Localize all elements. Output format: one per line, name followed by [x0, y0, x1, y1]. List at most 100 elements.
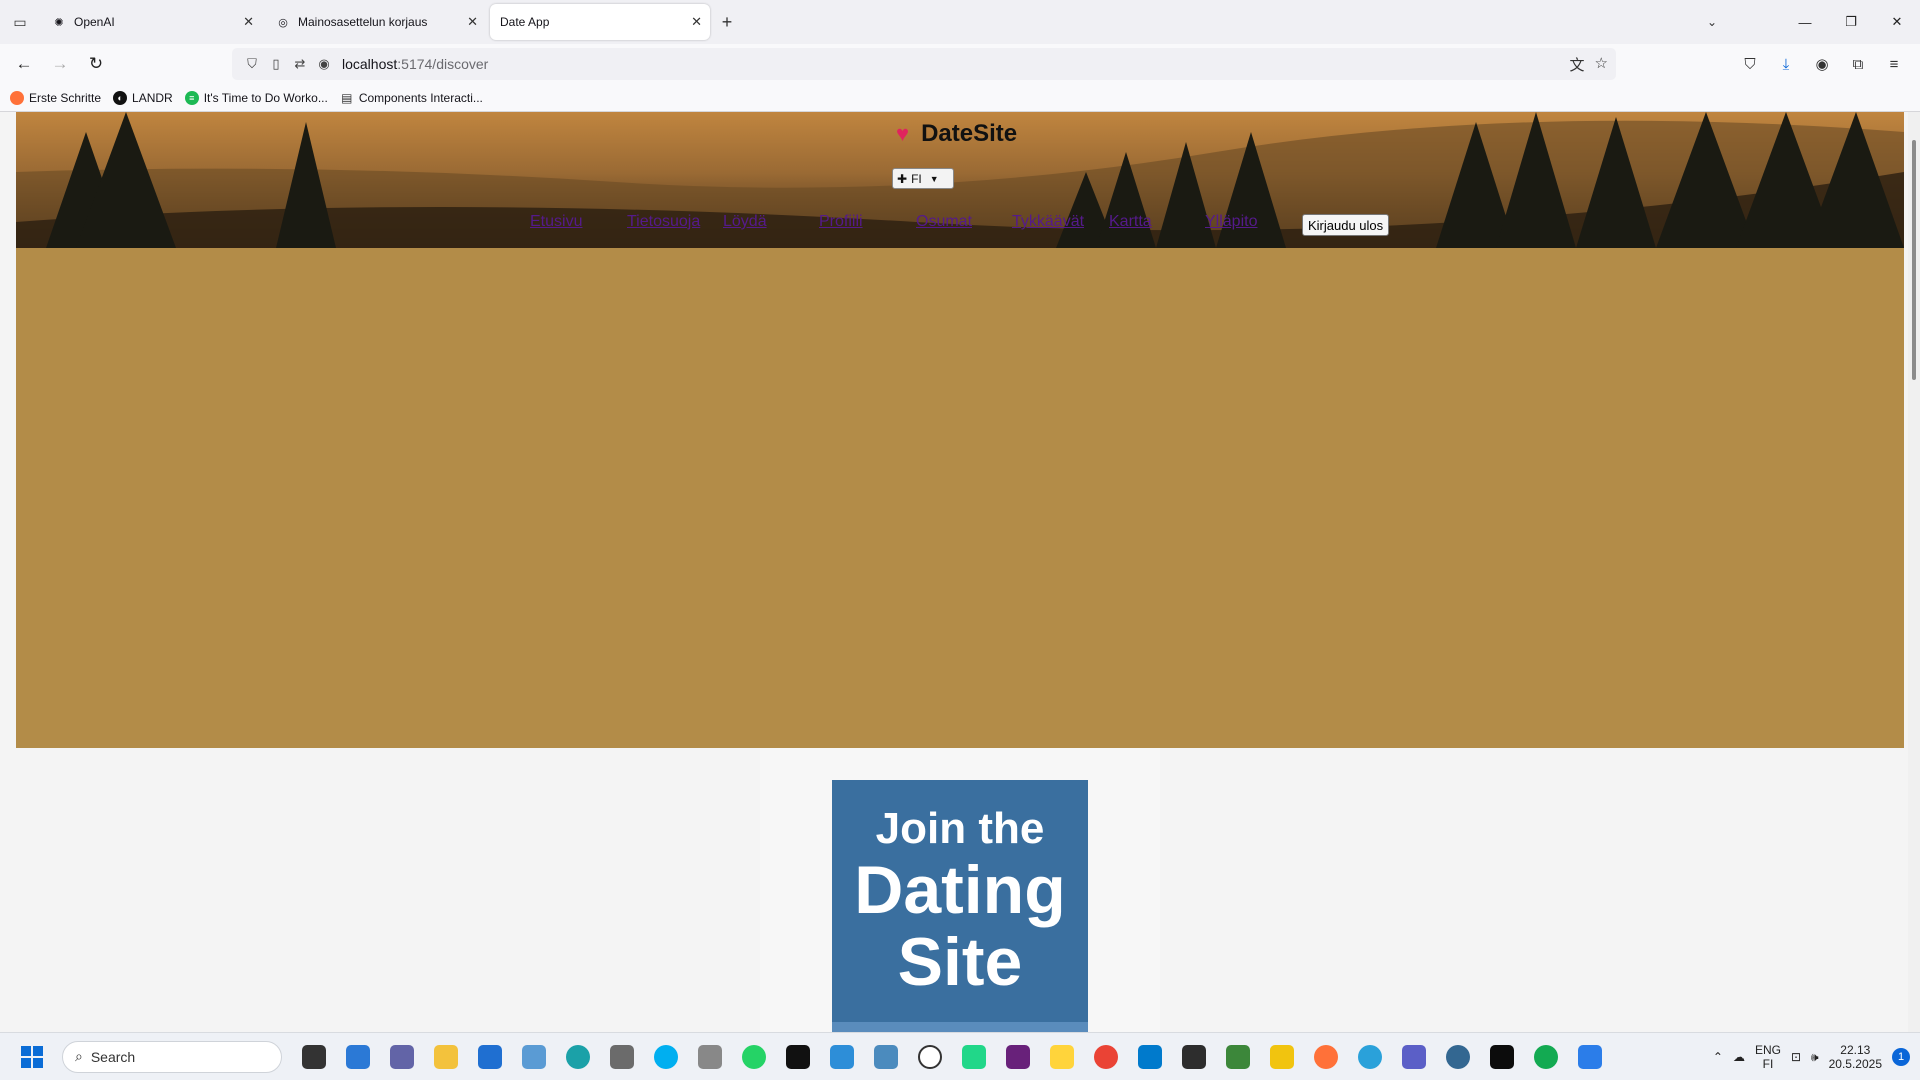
spotify-icon: ≡ [184, 90, 199, 105]
bookmark-erste-schritte[interactable]: Erste Schritte [10, 90, 101, 105]
skype-icon[interactable] [644, 1033, 688, 1080]
nav-tykkaavat[interactable]: Tykkäävät [1012, 213, 1084, 231]
permissions-icon[interactable]: ⇄ [288, 56, 312, 72]
bookmark-landr[interactable]: ◐ LANDR [113, 90, 173, 105]
nav-loyda[interactable]: Löydä [723, 213, 767, 231]
microphone-icon[interactable] [688, 1033, 732, 1080]
firefox-icon [10, 90, 24, 105]
back-arrow-icon[interactable]: ← [6, 48, 42, 80]
new-tab-button[interactable]: + [712, 0, 742, 44]
clock-date: 20.5.2025 [1828, 1057, 1882, 1071]
store-icon[interactable] [468, 1033, 512, 1080]
clock[interactable]: 22.13 20.5.2025 [1829, 1043, 1882, 1071]
telegram-icon[interactable] [1348, 1033, 1392, 1080]
tab-title: Mainosasettelun korjaus [298, 15, 428, 29]
edge-icon[interactable] [556, 1033, 600, 1080]
chrome-icon[interactable] [1084, 1033, 1128, 1080]
ad-banner[interactable]: Join the Dating Site [832, 780, 1088, 1032]
tab-date-app[interactable]: Date App ✕ [490, 4, 710, 40]
location-icon[interactable]: ◉ [312, 56, 336, 72]
terminal-icon[interactable] [1172, 1033, 1216, 1080]
tab-list-icon[interactable]: ▭ [0, 0, 40, 44]
page-scrollbar[interactable] [1908, 112, 1920, 1032]
language-indicator[interactable]: ENG FI [1755, 1043, 1781, 1071]
pycharm-icon[interactable] [952, 1033, 996, 1080]
vscode-icon[interactable] [1128, 1033, 1172, 1080]
brand-name: DateSite [921, 120, 1018, 147]
tab-mainosasettelun[interactable]: ◎ Mainosasettelun korjaus ✕ [266, 4, 486, 40]
onedrive-icon[interactable]: ☁ [1733, 1050, 1745, 1064]
nav-osumat[interactable]: Osumat [916, 213, 972, 231]
calculator-icon[interactable] [600, 1033, 644, 1080]
scrollbar-thumb[interactable] [1912, 140, 1916, 380]
search-icon: ⌕ [75, 1048, 83, 1064]
site-brand[interactable]: ♥ DateSite [896, 120, 1017, 148]
download-icon[interactable]: ⤓ [1768, 56, 1804, 73]
nodejs-icon[interactable] [1216, 1033, 1260, 1080]
taskbar-search[interactable]: ⌕ Search [62, 1040, 282, 1073]
notification-badge[interactable]: 1 [1892, 1048, 1910, 1066]
nav-tietosuoja[interactable]: Tietosuoja [627, 213, 700, 231]
teams-chat-icon[interactable] [380, 1033, 424, 1080]
language-select[interactable]: ✚ FI ▼ [892, 168, 954, 189]
account-icon[interactable]: ◉ [1804, 55, 1840, 73]
page-icon[interactable]: ▯ [264, 56, 288, 72]
git-icon[interactable] [1260, 1033, 1304, 1080]
close-icon[interactable]: ✕ [691, 14, 702, 30]
taskbar: ⌕ Search ⌃ ☁ ENG FI ⊡ 🕪 22.13 20.5.2025 … [0, 1032, 1920, 1080]
visual-studio-icon[interactable] [996, 1033, 1040, 1080]
mongodb-icon[interactable] [1524, 1033, 1568, 1080]
chevron-down-icon[interactable]: ⌄ [1694, 0, 1730, 44]
close-icon[interactable]: ✕ [243, 14, 254, 30]
chevron-up-icon[interactable]: ⌃ [1713, 1050, 1723, 1064]
logout-button[interactable]: Kirjaudu ulos [1302, 214, 1390, 236]
remote-desktop-icon[interactable] [512, 1033, 556, 1080]
chatgpt-app-icon[interactable] [908, 1033, 952, 1080]
tab-openai[interactable]: ✺ OpenAI ✕ [42, 4, 262, 40]
document-icon: ▤ [341, 90, 353, 105]
widgets-icon[interactable] [336, 1033, 380, 1080]
volume-icon[interactable]: 🕪 [1811, 1050, 1819, 1065]
ableton-live-icon[interactable] [776, 1033, 820, 1080]
reload-icon[interactable]: ↻ [78, 48, 114, 80]
python-icon[interactable] [864, 1033, 908, 1080]
close-window-icon[interactable]: ✕ [1874, 0, 1920, 44]
file-explorer-icon[interactable] [424, 1033, 468, 1080]
start-button[interactable] [8, 1033, 56, 1080]
network-icon[interactable]: ⊡ [1791, 1050, 1801, 1064]
tablet-app-icon[interactable] [820, 1033, 864, 1080]
shield-icon[interactable]: ⛉ [240, 56, 264, 72]
url-path: :5174/discover [397, 56, 489, 72]
task-view-icon[interactable] [292, 1033, 336, 1080]
menu-icon[interactable]: ≡ [1876, 56, 1912, 73]
nav-yllapito[interactable]: Ylläpito [1205, 213, 1257, 231]
forward-arrow-icon[interactable]: → [42, 48, 78, 80]
whatsapp-icon[interactable] [732, 1033, 776, 1080]
bookmark-components[interactable]: ▤ Components Interacti... [340, 91, 483, 105]
extensions-icon[interactable]: ⧉ [1840, 56, 1876, 73]
nav-kartta[interactable]: Kartta [1109, 213, 1152, 231]
openai-icon: ✺ [54, 16, 64, 29]
bookmarks-bar: Erste Schritte ◐ LANDR ≡ It's Time to Do… [0, 84, 1920, 112]
nav-profiili[interactable]: Profiili [819, 213, 863, 231]
ad-line-3: Site [897, 924, 1023, 1000]
pocket-icon[interactable]: ⛉ [1732, 56, 1768, 73]
minimize-icon[interactable]: — [1782, 0, 1828, 44]
toolbar: ⛉ ⤓ ◉ ⧉ ≡ [1732, 48, 1912, 80]
address-bar[interactable]: ⛉ ▯ ⇄ ◉ localhost:5174/discover 文 ☆ [232, 48, 1616, 80]
close-icon[interactable]: ✕ [467, 14, 478, 30]
search-placeholder: Search [90, 1048, 136, 1065]
restore-icon[interactable]: ❐ [1828, 0, 1874, 44]
command-prompt-icon[interactable] [1480, 1033, 1524, 1080]
ad-line-1: Join the [875, 804, 1045, 853]
translate-icon[interactable]: 文 [1570, 54, 1585, 75]
notepad-icon[interactable] [1568, 1033, 1612, 1080]
teams-icon[interactable] [1392, 1033, 1436, 1080]
bookmark-star-icon[interactable]: ☆ [1595, 54, 1608, 75]
firefox-icon[interactable] [1304, 1033, 1348, 1080]
bookmark-spotify[interactable]: ≡ It's Time to Do Worko... [184, 90, 328, 105]
nav-etusivu[interactable]: Etusivu [530, 213, 582, 231]
postgres-icon[interactable] [1436, 1033, 1480, 1080]
python-launcher-icon[interactable] [1040, 1033, 1084, 1080]
bookmark-label: LANDR [132, 90, 173, 105]
